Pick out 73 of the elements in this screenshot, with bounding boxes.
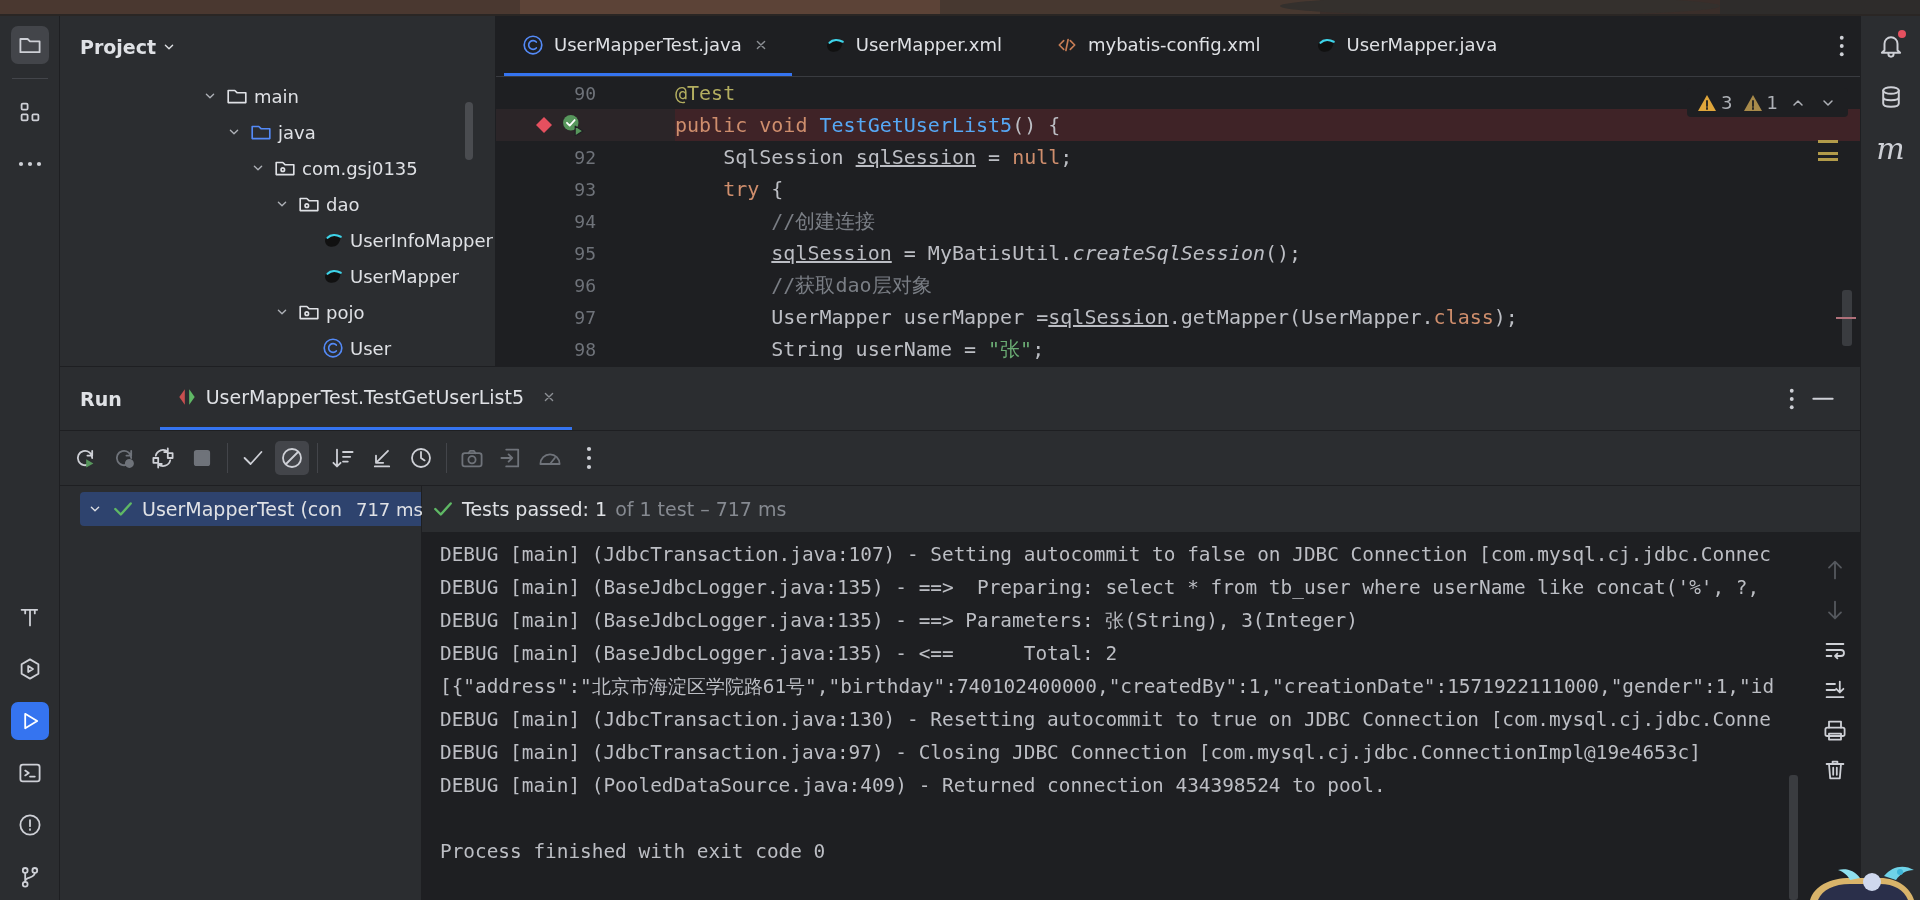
line-number: 95 <box>573 242 596 264</box>
scrollbar-thumb[interactable] <box>1789 775 1798 900</box>
code-line: public void TestGetUserList5() { <box>675 113 1061 137</box>
tree-item[interactable]: com.gsj0135 <box>302 157 418 179</box>
tree-item[interactable]: java <box>278 121 316 143</box>
console-line: DEBUG [main] (JdbcTransaction.java:130) - Resetting autocommit to true on JDBC Connection [com.mysql.cj.jdbc.Conne <box>440 707 1772 733</box>
panel-title: Run <box>80 387 122 410</box>
warning-count[interactable]: 1 <box>1766 92 1778 113</box>
line-number: 96 <box>573 274 596 296</box>
run-marker-icon[interactable] <box>562 114 584 136</box>
warning-count[interactable]: 3 <box>1721 92 1733 113</box>
line-number: 92 <box>573 146 596 168</box>
code-line: UserMapper userMapper =sqlSession.getMapper(UserMapper.class); <box>770 305 1518 329</box>
console-line: DEBUG [main] (JdbcTransaction.java:107) - Setting autocommit to false on JDBC Connection [com.mysql.cj.jdbc.Connec <box>440 542 1772 568</box>
tree-item[interactable]: UserMapper <box>350 265 459 287</box>
warning-marker[interactable] <box>1818 158 1838 161</box>
console-line: DEBUG [main] (BaseJdbcLogger.java:135) - <== Total: 2 <box>440 641 1119 667</box>
line-number: 98 <box>573 338 596 360</box>
line-number: 97 <box>573 306 596 328</box>
class-icon <box>522 33 544 56</box>
tree-item[interactable]: pojo <box>326 301 365 323</box>
line-number: 93 <box>573 178 596 200</box>
code-line: //创建连接 <box>770 207 876 235</box>
cycle-icon <box>151 446 175 470</box>
block-icon <box>280 446 304 470</box>
warning-marker[interactable] <box>1818 152 1838 155</box>
terminal-icon <box>17 761 42 785</box>
editor-tab[interactable]: UserMapper.xml <box>805 16 1024 76</box>
tree-item[interactable]: User <box>350 337 392 359</box>
tree-item[interactable]: UserInfoMapper <box>350 229 493 251</box>
more-icon[interactable] <box>1838 35 1844 57</box>
breakpoint-icon[interactable] <box>534 115 554 135</box>
more-icon[interactable] <box>1788 387 1794 410</box>
toolbar-button[interactable] <box>275 441 309 475</box>
printer-icon[interactable] <box>1823 718 1847 742</box>
editor-tab[interactable]: mybatis-config.xml <box>1037 16 1283 76</box>
clock-icon <box>409 446 433 470</box>
maven-icon[interactable]: m <box>1876 134 1905 164</box>
test-detail: of 1 test – 717 ms <box>615 498 787 520</box>
trash-icon[interactable] <box>1823 758 1847 782</box>
code-line: @Test <box>675 81 736 105</box>
code-line: SqlSession sqlSession = null; <box>722 145 1073 169</box>
sort-icon <box>331 446 355 470</box>
tree-item[interactable]: dao <box>326 193 360 215</box>
more-icon <box>17 161 42 167</box>
console-line: DEBUG [main] (JdbcTransaction.java:97) - Closing JDBC Connection [com.mysql.cj.jdbc.ConnectionImpl@19e4653c] <box>440 740 1702 766</box>
line-number: 90 <box>573 82 596 104</box>
tool-window-button[interactable] <box>10 702 49 740</box>
console-line: Process finished with exit code 0 <box>440 839 827 865</box>
console-line: [{"address":"北京市海淀区学院路61号","birthday":740102400000,"createdBy":1,"creationDate":1571922111000,"gender":1,"id <box>440 674 1776 700</box>
test-tree-item[interactable]: UserMapperTest (con 717 ms <box>80 492 421 526</box>
error-marker <box>1836 317 1856 319</box>
warning-marker[interactable] <box>1818 140 1838 143</box>
test-result: Tests passed: 1 <box>462 498 608 520</box>
console-line: DEBUG [main] (PooledDataSource.java:409) - Returned connection 434398524 to pool. <box>440 773 1387 799</box>
code-line: try { <box>722 177 784 201</box>
code-line: String userName = "张"; <box>770 335 1045 363</box>
run-tab[interactable]: UserMapperTest.TestGetUserList5 <box>159 367 572 430</box>
scrollbar-thumb[interactable] <box>1842 290 1852 346</box>
tool-window-button[interactable] <box>10 26 49 64</box>
code-line: //获取dao层对象 <box>770 271 932 299</box>
editor-tab[interactable]: UserMapper.java <box>1296 16 1520 76</box>
more-icon <box>586 446 592 470</box>
tree-item[interactable]: main <box>254 85 299 107</box>
exclamation-icon <box>17 813 42 837</box>
minimize-icon[interactable] <box>1812 395 1834 402</box>
console-line: DEBUG [main] (BaseJdbcLogger.java:135) - ==> Parameters: 张(String), 3(Integer) <box>440 608 1359 634</box>
class-icon <box>322 337 344 359</box>
code-line: sqlSession = MyBatisUtil.createSqlSession(); <box>770 241 1302 265</box>
console-line: DEBUG [main] (BaseJdbcLogger.java:135) - ==> Preparing: select * from tb_user where userName like concat('%', ?, <box>440 575 1761 601</box>
scrollbar-thumb[interactable] <box>465 102 473 160</box>
line-number: 94 <box>573 210 596 232</box>
panel-title[interactable]: Project <box>80 36 157 58</box>
